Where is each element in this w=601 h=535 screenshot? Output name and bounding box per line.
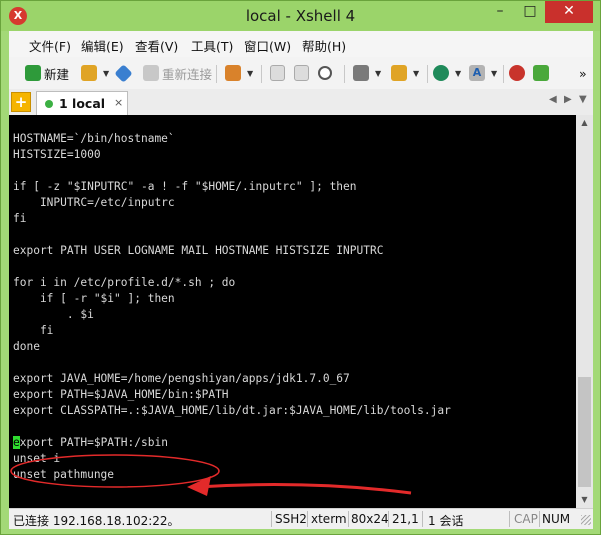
globe-icon — [433, 65, 449, 81]
toolbar-separator — [261, 65, 262, 83]
session-tab-bar: + 1 local × ◀ ▶ ▼ — [9, 89, 593, 115]
terminal-area[interactable]: HOSTNAME=`/bin/hostname` HISTSIZE=1000 i… — [9, 115, 593, 508]
toolbar: 新建 ▼ 重新连接 ▼ ▼ ▼ ▼ A ▼ » — [9, 57, 593, 90]
properties-icon — [225, 65, 241, 81]
connect-button[interactable] — [114, 63, 133, 83]
terminal-type-status: xterm — [311, 512, 347, 526]
num-lock-status: NUM — [542, 512, 571, 526]
title-bar[interactable]: X local - Xshell 4 – □ ✕ — [1, 1, 600, 31]
red-annotation — [10, 454, 412, 496]
find-icon — [318, 66, 332, 80]
protocol-status: SSH2 — [275, 512, 307, 526]
annotation-arrow-line — [196, 483, 412, 495]
add-tab-button[interactable]: + — [11, 92, 31, 112]
new-session-button[interactable]: 新建 — [25, 63, 69, 83]
transfer-icon — [391, 65, 407, 81]
reconnect-label: 重新连接 — [162, 66, 213, 82]
status-separator — [307, 511, 308, 527]
menu-bar: 文件(F) 编辑(E) 查看(V) 工具(T) 窗口(W) 帮助(H) — [9, 31, 593, 57]
annotation-ellipse — [10, 454, 220, 488]
open-session-button[interactable]: ▼ — [81, 63, 109, 83]
transfer-button[interactable]: ▼ — [391, 63, 419, 83]
session-tab-label: 1 local — [59, 96, 106, 111]
menu-edit[interactable]: 编辑(E) — [81, 36, 124, 55]
tab-prev-icon[interactable]: ◀ — [549, 94, 557, 105]
status-separator — [271, 511, 272, 527]
xftp-button[interactable] — [509, 63, 528, 83]
chevron-down-icon: ▼ — [375, 68, 382, 78]
copy-button[interactable] — [270, 63, 288, 83]
tab-next-icon[interactable]: ▶ — [564, 94, 572, 105]
open-folder-icon — [81, 65, 97, 81]
terminal-size-status: 80x24 — [351, 512, 389, 526]
menu-window[interactable]: 窗口(W) — [244, 36, 291, 55]
script-icon — [533, 65, 549, 81]
connected-status-icon — [45, 100, 53, 108]
script-button[interactable] — [533, 63, 552, 83]
xftp-icon — [509, 65, 525, 81]
connection-status: 已连接 192.168.18.102:22。 — [13, 514, 180, 528]
status-separator — [388, 511, 389, 527]
toolbar-overflow-button[interactable]: » — [579, 63, 587, 83]
print-button[interactable]: ▼ — [353, 63, 381, 83]
status-bar: 已连接 192.168.18.102:22。 SSH2 xterm 80x24 … — [9, 508, 593, 529]
scrollbar-thumb[interactable] — [578, 377, 591, 487]
status-separator — [348, 511, 349, 527]
menu-help[interactable]: 帮助(H) — [302, 36, 346, 55]
cursor-position-status: 21,1 — [392, 512, 419, 526]
print-icon — [353, 65, 369, 81]
chevron-down-icon: ▼ — [455, 68, 462, 78]
paste-icon — [294, 65, 309, 81]
chevron-down-icon: ▼ — [247, 68, 254, 78]
tab-list-icon[interactable]: ▼ — [579, 94, 587, 105]
connect-icon — [114, 63, 133, 83]
session-tab-local[interactable]: 1 local × — [36, 91, 128, 115]
reconnect-icon — [143, 65, 159, 81]
menu-view[interactable]: 查看(V) — [135, 36, 178, 55]
scroll-up-icon[interactable]: ▲ — [576, 115, 593, 131]
close-button[interactable]: ✕ — [545, 1, 593, 23]
minimize-button[interactable]: – — [485, 1, 515, 23]
reconnect-button[interactable]: 重新连接 — [143, 63, 212, 83]
toolbar-separator — [427, 65, 428, 83]
find-button[interactable] — [318, 63, 335, 83]
tab-close-icon[interactable]: × — [114, 96, 123, 109]
font-button[interactable]: A ▼ — [469, 63, 497, 83]
terminal-scrollbar[interactable]: ▲ ▼ — [576, 115, 593, 508]
toolbar-separator — [344, 65, 345, 83]
paste-button[interactable] — [294, 63, 312, 83]
encoding-button[interactable]: ▼ — [433, 63, 461, 83]
copy-icon — [270, 65, 285, 81]
chevron-down-icon: ▼ — [103, 68, 110, 78]
properties-button[interactable]: ▼ — [225, 63, 253, 83]
font-icon: A — [469, 65, 485, 81]
menu-file[interactable]: 文件(F) — [29, 36, 71, 55]
session-count-status: 1 会话 — [428, 514, 464, 528]
annotation-arrow-head — [187, 476, 211, 496]
chevron-down-icon: ▼ — [413, 68, 420, 78]
new-session-icon — [25, 65, 41, 81]
status-separator — [539, 511, 540, 527]
scroll-down-icon[interactable]: ▼ — [576, 492, 593, 508]
toolbar-separator — [216, 65, 217, 83]
new-session-label: 新建 — [44, 66, 70, 82]
xshell-window: X local - Xshell 4 – □ ✕ 文件(F) 编辑(E) 查看(… — [0, 0, 601, 535]
resize-grip[interactable] — [581, 515, 591, 525]
chevron-down-icon: ▼ — [491, 68, 498, 78]
status-separator — [422, 511, 423, 527]
menu-tools[interactable]: 工具(T) — [191, 36, 233, 55]
toolbar-separator — [503, 65, 504, 83]
client-area: 文件(F) 编辑(E) 查看(V) 工具(T) 窗口(W) 帮助(H) 新建 ▼… — [9, 31, 593, 529]
caps-lock-status: CAP — [514, 512, 538, 526]
status-separator — [509, 511, 510, 527]
maximize-button[interactable]: □ — [515, 1, 545, 23]
